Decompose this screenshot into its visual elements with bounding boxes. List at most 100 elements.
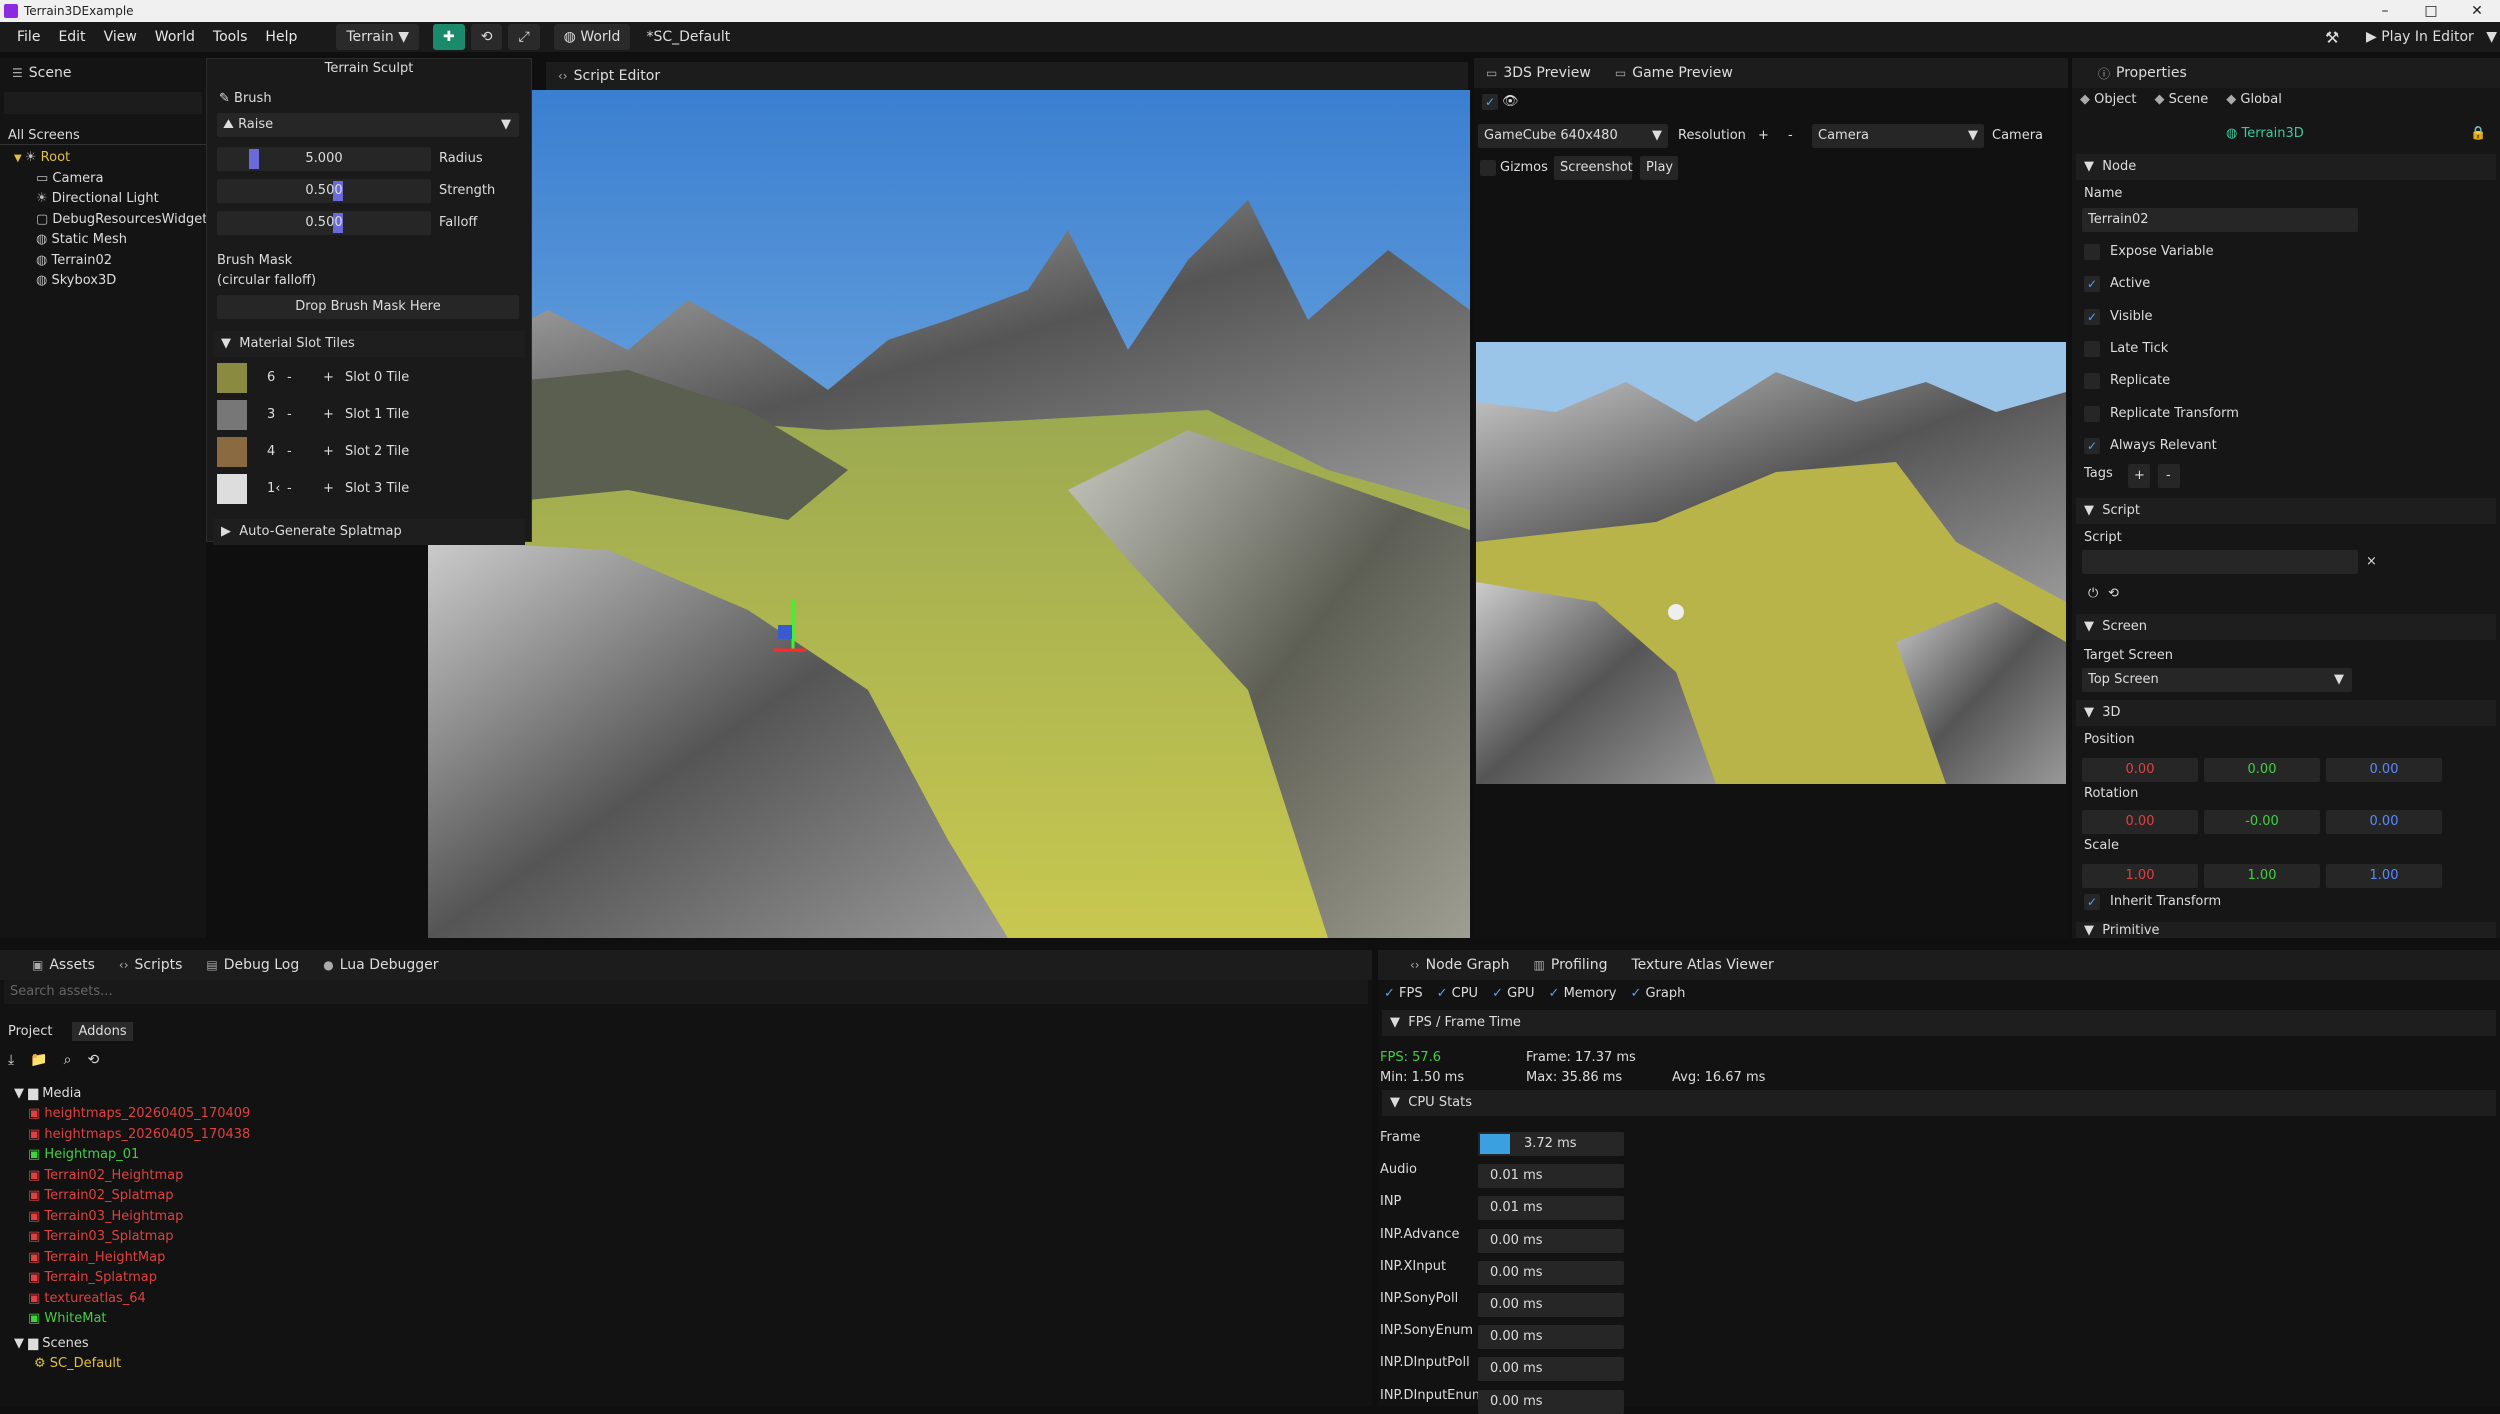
toggle-cpu[interactable]: ✓ CPU (1437, 986, 1478, 1001)
material-slot-header[interactable]: ▼ Material Slot Tiles (213, 331, 525, 357)
scene-name[interactable]: *SC_Default (636, 24, 740, 50)
props-tab-scene[interactable]: ◆ Scene (2154, 92, 2208, 107)
tab-texture-atlas-viewer[interactable]: Texture Atlas Viewer (1619, 957, 1785, 973)
folder-icon[interactable]: 📁 (30, 1052, 47, 1068)
slot-count[interactable]: 6 (267, 370, 275, 385)
node-check[interactable]: ✓ (2084, 437, 2100, 454)
tab-3ds-preview[interactable]: ▭ 3DS Preview (1474, 65, 1603, 81)
rot-field-z[interactable]: 0.00 (2326, 810, 2442, 834)
menu-file[interactable]: File (8, 29, 49, 45)
refresh-icon[interactable]: ⟲ (87, 1052, 99, 1068)
tab-script-editor[interactable]: ‹› Script Editor (546, 68, 672, 84)
close-button[interactable]: ✕ (2454, 0, 2500, 22)
rot-field-y[interactable]: -0.00 (2204, 810, 2320, 834)
cpu-section[interactable]: ▼ CPU Stats (1382, 1090, 2496, 1116)
drop-brush-mask-button[interactable]: Drop Brush Mask Here (217, 295, 519, 319)
primitive-section[interactable]: ▼ Primitive (2076, 922, 2496, 938)
game-preview-viewport[interactable] (1476, 342, 2066, 784)
target-screen-dropdown[interactable]: Top Screen ▼ (2082, 668, 2352, 692)
toggle-fps[interactable]: ✓ FPS (1384, 986, 1423, 1001)
asset-item[interactable]: ▣ textureatlas_64 (28, 1291, 146, 1306)
pos-field-x[interactable]: 0.00 (2082, 758, 2198, 782)
mode-dropdown[interactable]: Terrain ▼ (336, 24, 419, 50)
param-slider[interactable]: 0.500 (217, 179, 431, 203)
tab-scene[interactable]: ☰ Scene (0, 65, 83, 81)
tree-item[interactable]: ▼ ☀ Root (14, 150, 70, 165)
toggle-graph[interactable]: ✓ Graph (1630, 986, 1685, 1001)
move-tool-button[interactable]: ✚ (432, 24, 465, 50)
device-dropdown[interactable]: GameCube 640x480 ▼ (1478, 124, 1668, 148)
name-input[interactable]: Terrain02 (2082, 208, 2358, 232)
asset-item[interactable]: ▣ Heightmap_01 (28, 1147, 139, 1162)
scl-field-z[interactable]: 1.00 (2326, 864, 2442, 888)
screen-section[interactable]: ▼ Screen (2076, 614, 2496, 640)
scale-tool-button[interactable]: ⤢ (508, 24, 540, 50)
node-check[interactable] (2084, 373, 2100, 390)
import-icon[interactable]: ⤓ (8, 1052, 14, 1068)
preview-play-button[interactable]: Play (1640, 156, 1678, 180)
menu-world[interactable]: World (146, 29, 204, 45)
asset-item[interactable]: ▣ Terrain03_Heightmap (28, 1209, 183, 1224)
preview-enable-check[interactable]: ✓ (1482, 94, 1498, 110)
param-slider[interactable]: 5.000 (217, 147, 431, 171)
tag-add-button[interactable]: + (2128, 464, 2150, 488)
resolution-plus[interactable]: + (1758, 128, 1769, 143)
asset-item[interactable]: ▣ Terrain02_Heightmap (28, 1168, 183, 1183)
main-viewport[interactable] (428, 90, 1470, 938)
menu-help[interactable]: Help (256, 29, 306, 45)
menu-view[interactable]: View (95, 29, 146, 45)
power-icon[interactable]: ⏻ (2088, 586, 2098, 601)
tree-item[interactable]: ▭ Camera (36, 171, 103, 186)
slot-plus-button[interactable]: + (323, 407, 334, 422)
asset-item[interactable]: ▣ Terrain_Splatmap (28, 1270, 157, 1285)
slot-count[interactable]: 1‹ (267, 481, 280, 496)
asset-search-input[interactable]: Search assets... (4, 980, 1368, 1004)
slot-plus-button[interactable]: + (323, 370, 334, 385)
screenshot-button[interactable]: Screenshot (1554, 156, 1633, 180)
menu-edit[interactable]: Edit (49, 29, 94, 45)
node-check[interactable] (2084, 405, 2100, 422)
node-check[interactable] (2084, 244, 2100, 260)
scene-asset-item[interactable]: ⚙ SC_Default (34, 1356, 121, 1371)
slot-minus-button[interactable]: - (287, 444, 292, 459)
tab-debug-log[interactable]: ▤ Debug Log (194, 957, 311, 973)
toggle-gpu[interactable]: ✓ GPU (1492, 986, 1534, 1001)
asset-item[interactable]: ▣ heightmaps_20260405_170409 (28, 1106, 250, 1121)
script-section[interactable]: ▼ Script (2076, 498, 2496, 524)
node-check[interactable]: ✓ (2084, 308, 2100, 325)
auto-splatmap-header[interactable]: ▶ Auto-Generate Splatmap (213, 519, 525, 545)
hammer-icon[interactable]: ⚒ (2325, 28, 2339, 47)
tab-node-graph[interactable]: ‹› Node Graph (1398, 957, 1522, 973)
node-section[interactable]: ▼ Node (2076, 154, 2496, 180)
asset-subtab-project[interactable]: Project (8, 1024, 52, 1041)
world-button[interactable]: ◍ World (553, 24, 631, 50)
tree-item[interactable]: ▢ DebugResourcesWidget (36, 212, 207, 227)
slot-minus-button[interactable]: - (287, 481, 292, 496)
slider-handle[interactable] (249, 149, 259, 169)
tab-assets[interactable]: ▣ Assets (20, 957, 107, 973)
tab-scripts[interactable]: ‹› Scripts (107, 957, 195, 973)
tag-remove-button[interactable]: - (2158, 464, 2180, 488)
play-in-editor-button[interactable]: ▶ Play In Editor ▼ (2366, 29, 2497, 45)
asset-item[interactable]: ▣ Terrain03_Splatmap (28, 1229, 174, 1244)
slot-count[interactable]: 4 (267, 444, 275, 459)
script-clear-button[interactable]: × (2366, 554, 2377, 569)
props-tab-global[interactable]: ◆ Global (2226, 92, 2282, 107)
minimize-button[interactable]: – (2362, 0, 2408, 22)
tree-item[interactable]: ◍ Static Mesh (36, 232, 127, 247)
tree-item[interactable]: ◍ Skybox3D (36, 273, 116, 288)
gizmos-check[interactable]: ✓ (1480, 160, 1496, 176)
asset-subtab-addons[interactable]: Addons (72, 1022, 133, 1041)
asset-item[interactable]: ▣ heightmaps_20260405_170438 (28, 1127, 250, 1142)
maximize-button[interactable]: □ (2408, 0, 2454, 22)
node-check[interactable] (2084, 340, 2100, 357)
asset-item[interactable]: ▣ Terrain02_Splatmap (28, 1188, 174, 1203)
node-check[interactable]: ✓ (2084, 276, 2100, 293)
param-slider[interactable]: 0.500 (217, 211, 431, 235)
asset-item[interactable]: ▣ Terrain_HeightMap (28, 1250, 165, 1265)
slot-plus-button[interactable]: + (323, 481, 334, 496)
tree-item[interactable]: ◍ Terrain02 (36, 253, 112, 268)
scenes-folder[interactable]: ▼ ▆ Scenes (14, 1336, 89, 1351)
toggle-memory[interactable]: ✓ Memory (1549, 986, 1617, 1001)
scene-search[interactable] (4, 92, 202, 114)
